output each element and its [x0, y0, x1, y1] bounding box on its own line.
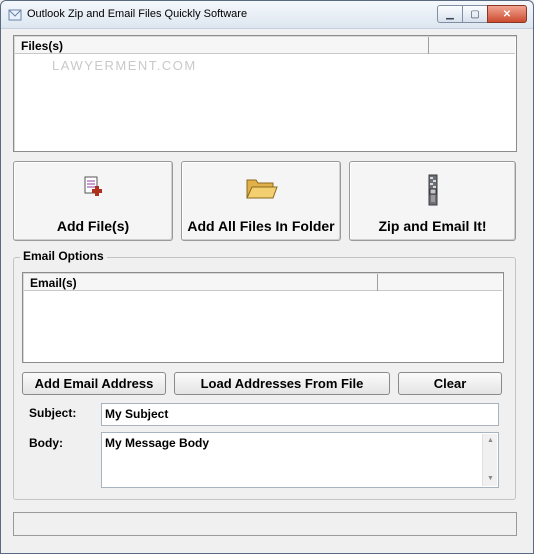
emails-list[interactable]: Email(s) — [22, 272, 504, 363]
maximize-button[interactable]: ▢ — [462, 5, 488, 23]
subject-input[interactable]: My Subject — [101, 403, 499, 426]
body-text: My Message Body — [105, 436, 210, 450]
window-title: Outlook Zip and Email Files Quickly Soft… — [27, 8, 248, 20]
subject-label: Subject: — [29, 406, 77, 420]
minimize-icon: ▁ — [446, 8, 454, 20]
maximize-icon: ▢ — [470, 8, 480, 20]
add-all-files-folder-button[interactable]: Add All Files In Folder — [181, 161, 341, 241]
scroll-down-icon[interactable]: ▼ — [483, 472, 498, 486]
scroll-up-icon[interactable]: ▲ — [483, 434, 498, 448]
files-list-header: Files(s) — [15, 37, 515, 54]
minimize-button[interactable]: ▁ — [437, 5, 463, 23]
email-options-label: Email Options — [20, 249, 107, 263]
status-bar — [13, 512, 517, 536]
load-addresses-button[interactable]: Load Addresses From File — [174, 372, 390, 395]
add-files-label: Add File(s) — [56, 218, 130, 234]
close-button[interactable]: ✕ — [487, 5, 527, 23]
window-controls: ▁ ▢ ✕ — [437, 5, 527, 23]
clear-button[interactable]: Clear — [398, 372, 502, 395]
zip-icon — [428, 174, 437, 206]
emails-extra-column-header[interactable] — [378, 274, 502, 291]
files-extra-column-header[interactable] — [429, 37, 515, 54]
add-files-button[interactable]: Add File(s) — [13, 161, 173, 241]
add-email-address-button[interactable]: Add Email Address — [22, 372, 166, 395]
emails-column-header[interactable]: Email(s) — [24, 274, 378, 291]
zip-and-email-label: Zip and Email It! — [378, 218, 487, 234]
watermark-text: LAWYERMENT.COM — [52, 58, 197, 73]
document-add-icon — [84, 176, 102, 196]
body-scrollbar[interactable]: ▲ ▼ — [482, 434, 497, 486]
body-label: Body: — [29, 436, 63, 450]
body-textarea[interactable]: My Message Body ▲ ▼ — [101, 432, 499, 488]
app-icon — [8, 9, 22, 21]
emails-list-header: Email(s) — [24, 274, 502, 291]
folder-open-icon — [246, 179, 278, 199]
zip-and-email-button[interactable]: Zip and Email It! — [349, 161, 516, 241]
add-all-files-folder-label: Add All Files In Folder — [187, 218, 335, 234]
files-column-header[interactable]: Files(s) — [15, 37, 429, 54]
main-window: Outlook Zip and Email Files Quickly Soft… — [0, 0, 534, 554]
title-bar: Outlook Zip and Email Files Quickly Soft… — [1, 1, 533, 29]
close-icon: ✕ — [502, 8, 512, 20]
files-list[interactable]: Files(s) LAWYERMENT.COM — [13, 35, 517, 152]
